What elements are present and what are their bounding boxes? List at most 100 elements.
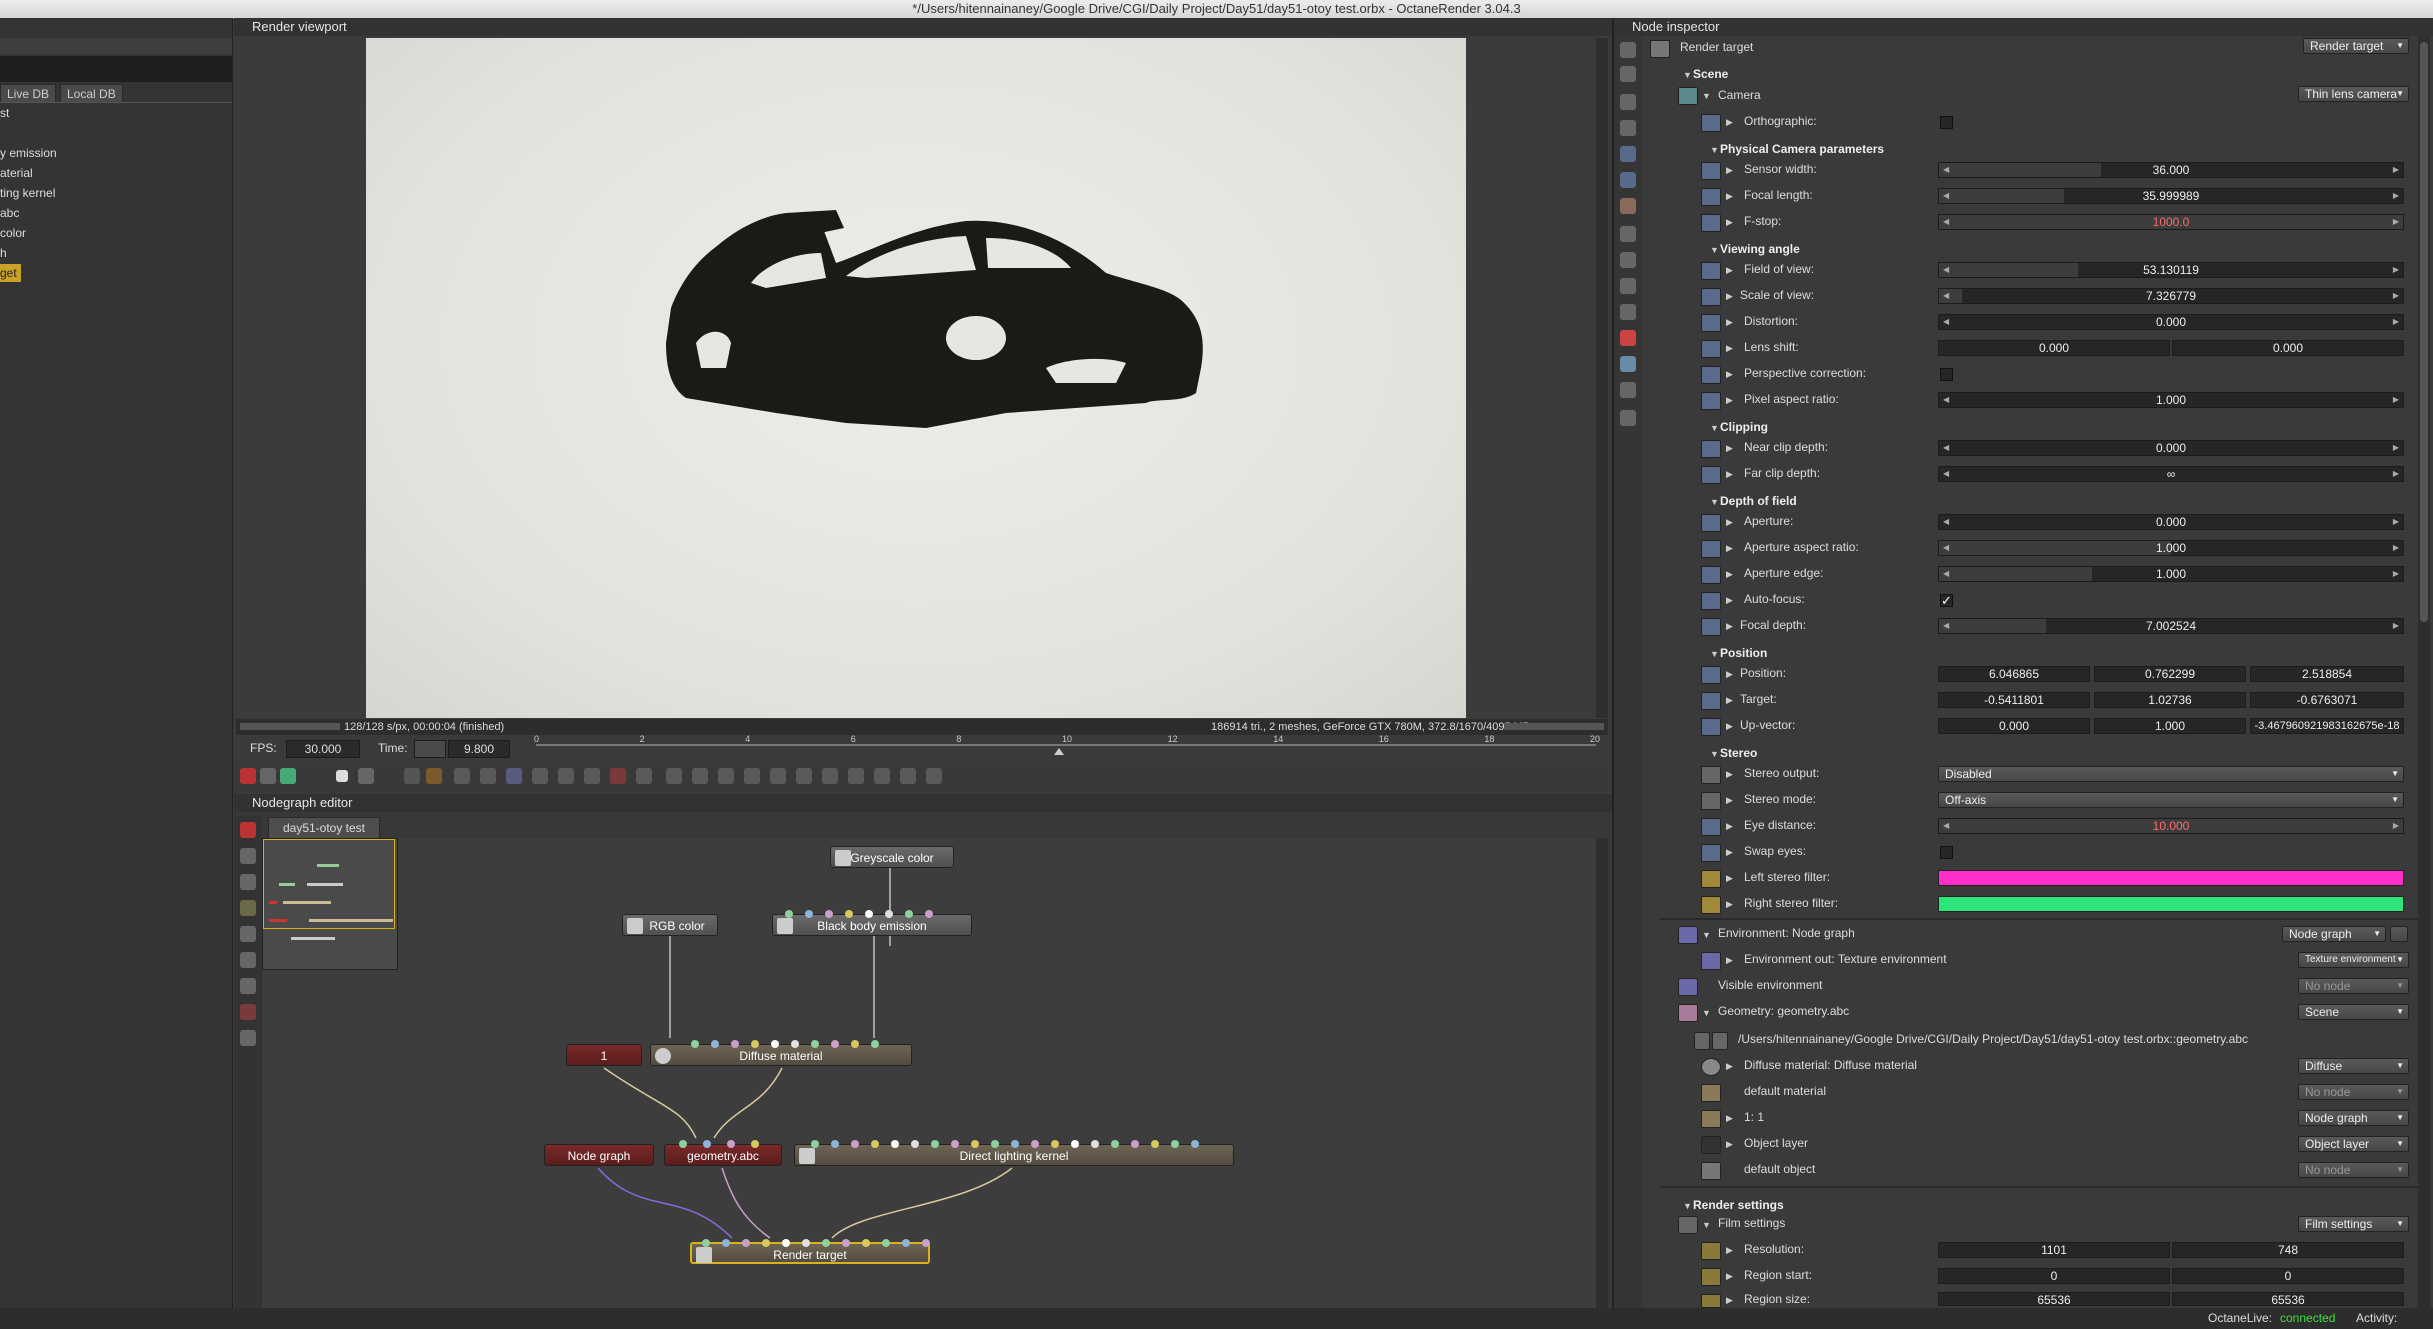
tool-icon[interactable] [240,848,256,864]
aperture-edge-slider[interactable]: ◀ 1.000 ▶ [1938,566,2404,582]
node-geometry-abc[interactable]: geometry.abc [664,1140,782,1166]
orthographic-checkbox[interactable] [1940,116,1953,129]
far-clip-slider[interactable]: ◀ ∞ ▶ [1938,466,2404,482]
node-input-pin[interactable] [1011,1140,1019,1148]
tool-icon[interactable] [1620,226,1636,242]
default-object-dropdown[interactable]: No node ▼ [2298,1162,2409,1178]
environment-dropdown[interactable]: Node graph ▼ [2282,926,2386,942]
timeline-scrubber[interactable] [536,744,1596,746]
render-image[interactable] [366,38,1466,718]
tool-icon[interactable] [796,768,812,784]
section-depth-of-field[interactable]: Depth of field [1720,494,1797,508]
grid-icon[interactable] [240,1030,256,1046]
node-input-pin[interactable] [727,1140,735,1148]
section-viewing-angle[interactable]: Viewing angle [1720,242,1800,256]
tool-icon[interactable] [822,768,838,784]
stereo-output-dropdown[interactable]: Disabled ▼ [1938,766,2404,782]
tool-icon[interactable] [240,822,256,838]
fov-slider[interactable]: ◀ 53.130119 ▶ [1938,262,2404,278]
node-input-pin[interactable] [865,910,873,918]
nodegraph-scrollbar[interactable] [1596,838,1608,1308]
lens-shift-y-field[interactable]: 0.000 [2172,340,2404,356]
tool-icon[interactable] [1620,66,1636,82]
pixel-aspect-slider[interactable]: ◀ 1.000 ▶ [1938,392,2404,408]
file-icon[interactable] [1712,1032,1728,1050]
node-direct-lighting-kernel[interactable]: Direct lighting kernel [794,1140,1234,1166]
list-item[interactable]: y emission [0,144,57,162]
node-input-pin[interactable] [1151,1140,1159,1148]
viewport-scrollbar[interactable] [1596,38,1608,718]
node-input-pin[interactable] [691,1040,699,1048]
scale-of-view-slider[interactable]: ◀ 7.326779 ▶ [1938,288,2404,304]
node-input-pin[interactable] [811,1040,819,1048]
tool-icon[interactable] [1620,120,1636,136]
node-input-pin[interactable] [782,1239,790,1247]
autofocus-checkbox[interactable]: ✓ [1940,594,1953,607]
section-position[interactable]: Position [1720,646,1767,660]
node-input-pin[interactable] [751,1140,759,1148]
lens-shift-x-field[interactable]: 0.000 [1938,340,2170,356]
time-field[interactable]: 9.800 [448,740,510,758]
reset-icon[interactable] [240,768,256,784]
resolution-y-field[interactable]: 748 [2172,1242,2404,1258]
node-input-pin[interactable] [1111,1140,1119,1148]
stereo-mode-dropdown[interactable]: Off-axis ▼ [1938,792,2404,808]
playhead-icon[interactable] [1054,748,1064,755]
tool-icon[interactable] [558,768,574,784]
region-start-x-field[interactable]: 0 [1938,1268,2170,1284]
node-input-pin[interactable] [679,1140,687,1148]
tool-icon[interactable] [1620,252,1636,268]
tool-icon[interactable] [240,926,256,942]
tab-day51-otoy-test[interactable]: day51-otoy test [268,817,380,838]
focal-depth-slider[interactable]: ◀ 7.002524 ▶ [1938,618,2404,634]
render-target-dropdown[interactable]: Render target ▼ [2303,38,2409,54]
region-size-x-field[interactable]: 65536 [1938,1292,2170,1306]
section-scene[interactable]: Scene [1693,67,1728,81]
list-item[interactable]: aterial [0,164,33,182]
left-stereo-filter-swatch[interactable] [1938,870,2404,886]
list-item-selected[interactable]: get [0,264,21,282]
inspector-scrollbar[interactable] [2418,36,2430,1308]
tool-icon[interactable] [900,768,916,784]
tool-icon[interactable] [1620,410,1636,426]
swap-eyes-checkbox[interactable] [1940,846,1953,859]
tool-icon[interactable] [240,952,256,968]
node-one[interactable]: 1 [566,1044,642,1066]
left-panel-search[interactable] [0,56,232,82]
tool-icon[interactable] [1620,94,1636,110]
tool-icon[interactable] [926,768,942,784]
node-input-pin[interactable] [702,1239,710,1247]
up-vector-x-field[interactable]: 0.000 [1938,718,2090,734]
node-input-pin[interactable] [851,1040,859,1048]
stop-icon[interactable] [336,770,348,782]
section-physical-camera[interactable]: Physical Camera parameters [1720,142,1884,156]
node-render-target[interactable]: Render target [690,1239,930,1264]
film-settings-dropdown[interactable]: Film settings ▼ [2298,1216,2409,1232]
tool-icon[interactable] [1620,146,1636,162]
one-one-dropdown[interactable]: Node graph ▼ [2298,1110,2409,1126]
diffuse-material-dropdown[interactable]: Diffuse ▼ [2298,1058,2409,1074]
node-input-pin[interactable] [862,1239,870,1247]
list-item[interactable]: h [0,244,7,262]
node-input-pin[interactable] [711,1040,719,1048]
resolution-x-field[interactable]: 1101 [1938,1242,2170,1258]
node-input-pin[interactable] [831,1140,839,1148]
position-z-field[interactable]: 2.518854 [2250,666,2404,682]
tool-icon[interactable] [480,768,496,784]
list-item[interactable]: color [0,224,26,242]
position-y-field[interactable]: 0.762299 [2094,666,2246,682]
node-input-pin[interactable] [751,1040,759,1048]
tool-icon[interactable] [874,768,890,784]
up-vector-z-field[interactable]: -3.467960921983162675e-18 [2250,718,2404,734]
target-y-field[interactable]: 1.02736 [2094,692,2246,708]
up-vector-y-field[interactable]: 1.000 [2094,718,2246,734]
tool-icon[interactable] [506,768,522,784]
node-input-pin[interactable] [911,1140,919,1148]
node-input-pin[interactable] [882,1239,890,1247]
node-input-pin[interactable] [931,1140,939,1148]
tool-icon[interactable] [1620,172,1636,188]
node-input-pin[interactable] [971,1140,979,1148]
tab-live-db[interactable]: Live DB [0,84,57,103]
tool-icon[interactable] [692,768,708,784]
node-input-pin[interactable] [991,1140,999,1148]
